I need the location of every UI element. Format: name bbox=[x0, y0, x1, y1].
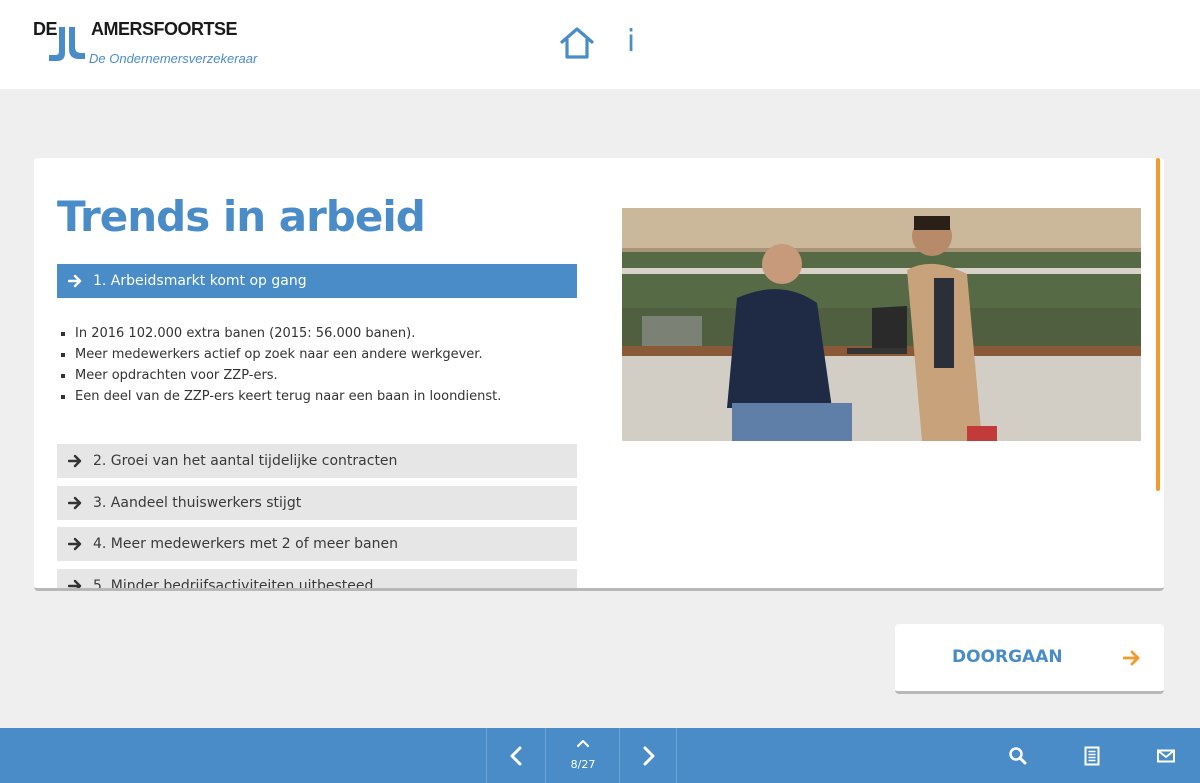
arrow-right-icon bbox=[68, 454, 82, 468]
home-icon[interactable] bbox=[558, 26, 596, 60]
accordion-label: 3. Aandeel thuiswerkers stijgt bbox=[93, 495, 302, 511]
arrow-right-icon bbox=[68, 537, 82, 551]
info-icon[interactable]: i bbox=[620, 24, 642, 60]
page-overview-button[interactable]: 8/27 bbox=[545, 728, 619, 783]
office-photo bbox=[622, 208, 1141, 441]
arrow-right-icon bbox=[68, 496, 82, 510]
accordion-item-3[interactable]: 3. Aandeel thuiswerkers stijgt bbox=[57, 486, 577, 520]
accordion-item-2[interactable]: 2. Groei van het aantal tijdelijke contr… bbox=[57, 444, 577, 478]
chevron-left-icon bbox=[510, 746, 522, 766]
list-item: Een deel van de ZZP-ers keert terug naar… bbox=[58, 386, 558, 407]
scrollbar[interactable] bbox=[1156, 158, 1160, 491]
search-icon[interactable] bbox=[1008, 746, 1028, 766]
continue-label: DOORGAAN bbox=[952, 647, 1063, 667]
accordion-item-5[interactable]: 5. Minder bedrijfsactiviteiten uitbestee… bbox=[57, 569, 577, 591]
logo-tagline: De Ondernemersverzekeraar bbox=[89, 51, 258, 66]
accordion-item-1[interactable]: 1. Arbeidsmarkt komt op gang bbox=[57, 264, 577, 298]
company-logo[interactable]: DE AMERSFOORTSE De Ondernemersverzekeraar bbox=[33, 19, 273, 69]
accordion-label: 1. Arbeidsmarkt komt op gang bbox=[93, 273, 307, 289]
arrow-right-icon bbox=[68, 579, 82, 588]
accordion-item-4[interactable]: 4. Meer medewerkers met 2 of meer banen bbox=[57, 527, 577, 561]
list-item: Meer medewerkers actief op zoek naar een… bbox=[58, 344, 558, 365]
page-title: Trends in arbeid bbox=[57, 192, 426, 241]
bullet-list: In 2016 102.000 extra banen (2015: 56.00… bbox=[58, 323, 558, 407]
document-icon[interactable] bbox=[1082, 746, 1102, 766]
chevron-up-icon bbox=[577, 740, 589, 747]
accordion-label: 4. Meer medewerkers met 2 of meer banen bbox=[93, 536, 398, 552]
page-indicator: 8/27 bbox=[570, 758, 596, 771]
chevron-right-icon bbox=[643, 746, 655, 766]
previous-page-button[interactable] bbox=[486, 728, 545, 783]
list-item: Meer opdrachten voor ZZP-ers. bbox=[58, 365, 558, 386]
content-card: Trends in arbeid 1. Arbeidsmarkt komt op… bbox=[34, 158, 1164, 591]
next-page-button[interactable] bbox=[619, 728, 677, 783]
accordion-label: 2. Groei van het aantal tijdelijke contr… bbox=[93, 453, 398, 469]
arrow-right-icon bbox=[68, 274, 82, 288]
accordion-label: 5. Minder bedrijfsactiviteiten uitbestee… bbox=[93, 578, 374, 591]
footer-bar: 8/27 bbox=[0, 728, 1200, 783]
mail-icon[interactable] bbox=[1156, 746, 1176, 766]
header: DE AMERSFOORTSE De Ondernemersverzekeraar… bbox=[0, 0, 1200, 89]
logo-mark-icon bbox=[49, 27, 85, 61]
page-navigation: 8/27 bbox=[486, 728, 677, 783]
logo-text-amersfoortse: AMERSFOORTSE bbox=[91, 19, 238, 39]
arrow-right-icon bbox=[1123, 650, 1140, 666]
list-item: In 2016 102.000 extra banen (2015: 56.00… bbox=[58, 323, 558, 344]
continue-button[interactable]: DOORGAAN bbox=[895, 624, 1164, 694]
